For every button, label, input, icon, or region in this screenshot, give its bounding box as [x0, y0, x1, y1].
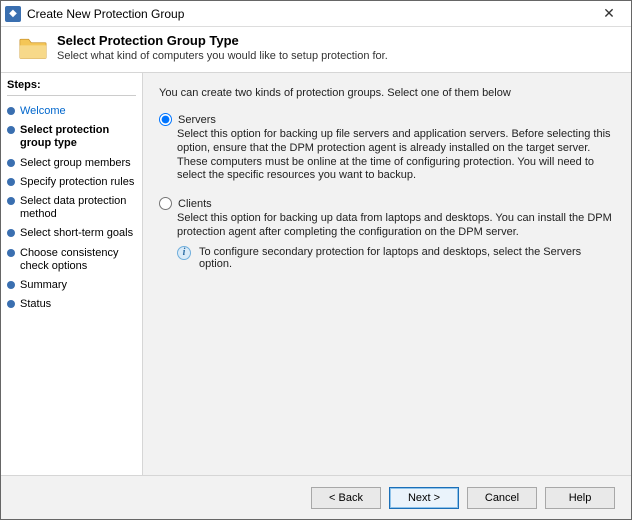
sidebar-step-label: Select short-term goals — [20, 227, 133, 240]
option-clients: Clients Select this option for backing u… — [159, 197, 615, 270]
header-text: Select Protection Group Type Select what… — [57, 33, 388, 62]
sidebar-step-label: Select group members — [20, 157, 131, 170]
option-servers: Servers Select this option for backing u… — [159, 113, 615, 183]
radio-clients[interactable] — [159, 197, 172, 210]
sidebar-step-label: Welcome — [20, 105, 66, 118]
sidebar-step-label: Specify protection rules — [20, 176, 134, 189]
steps-sidebar: Steps: Welcome Select protection group ty… — [1, 73, 143, 475]
steps-heading: Steps: — [7, 79, 136, 91]
help-button[interactable]: Help — [545, 487, 615, 509]
sidebar-step: Status — [7, 295, 136, 314]
sidebar-step-label: Select data protection method — [20, 195, 136, 221]
bullet-icon — [7, 178, 15, 186]
clients-desc: Select this option for backing up data f… — [177, 212, 615, 240]
sidebar-step: Select protection group type — [7, 121, 136, 153]
bullet-icon — [7, 159, 15, 167]
folder-icon — [19, 36, 47, 60]
sidebar-step: Select group members — [7, 154, 136, 173]
content-pane: You can create two kinds of protection g… — [143, 73, 631, 475]
page-title: Select Protection Group Type — [57, 33, 388, 48]
sidebar-step: Summary — [7, 276, 136, 295]
steps-list: Welcome Select protection group type Selec… — [7, 102, 136, 314]
servers-desc: Select this option for backing up file s… — [177, 128, 615, 183]
bullet-icon — [7, 229, 15, 237]
sidebar-step-label: Status — [20, 298, 51, 311]
sidebar-step: Choose consistency check options — [7, 244, 136, 276]
wizard-window: ◆ Create New Protection Group ✕ Select P… — [0, 0, 632, 520]
sidebar-step-label: Summary — [20, 279, 67, 292]
header: Select Protection Group Type Select what… — [1, 27, 631, 73]
back-button[interactable]: < Back — [311, 487, 381, 509]
footer: < Back Next > Cancel Help — [1, 475, 631, 519]
sidebar-step[interactable]: Welcome — [7, 102, 136, 121]
bullet-icon — [7, 126, 15, 134]
close-button[interactable]: ✕ — [589, 2, 629, 26]
sidebar-step: Select short-term goals — [7, 224, 136, 243]
intro-text: You can create two kinds of protection g… — [159, 87, 615, 99]
body: Steps: Welcome Select protection group ty… — [1, 73, 631, 475]
bullet-icon — [7, 300, 15, 308]
radio-clients-label[interactable]: Clients — [178, 198, 212, 210]
next-button[interactable]: Next > — [389, 487, 459, 509]
clients-info-row: i To configure secondary protection for … — [177, 246, 615, 270]
radio-servers[interactable] — [159, 113, 172, 126]
bullet-icon — [7, 197, 15, 205]
info-icon: i — [177, 246, 191, 260]
sidebar-step: Specify protection rules — [7, 173, 136, 192]
clients-info-text: To configure secondary protection for la… — [199, 246, 615, 270]
sidebar-step-label: Choose consistency check options — [20, 247, 136, 273]
sidebar-step-label: Select protection group type — [20, 124, 136, 150]
titlebar: ◆ Create New Protection Group ✕ — [1, 1, 631, 27]
app-icon: ◆ — [5, 6, 21, 22]
close-icon: ✕ — [603, 5, 615, 22]
sidebar-step: Select data protection method — [7, 192, 136, 224]
page-subtitle: Select what kind of computers you would … — [57, 50, 388, 62]
cancel-button[interactable]: Cancel — [467, 487, 537, 509]
divider — [7, 95, 136, 96]
bullet-icon — [7, 107, 15, 115]
bullet-icon — [7, 281, 15, 289]
radio-servers-label[interactable]: Servers — [178, 114, 216, 126]
window-title: Create New Protection Group — [27, 7, 589, 21]
bullet-icon — [7, 249, 15, 257]
